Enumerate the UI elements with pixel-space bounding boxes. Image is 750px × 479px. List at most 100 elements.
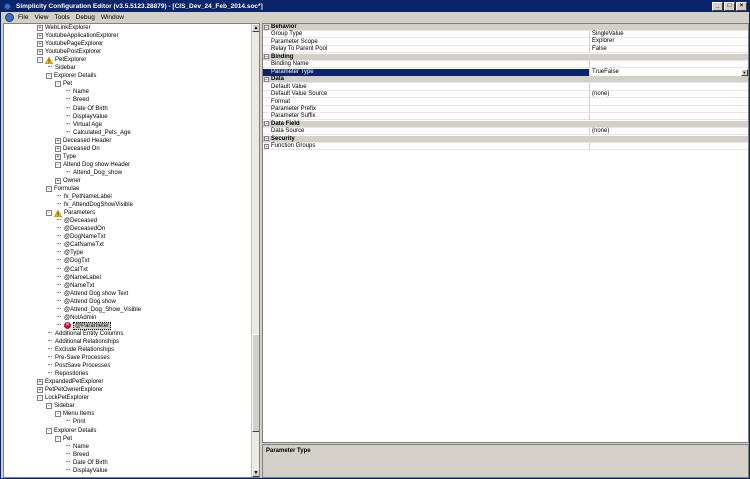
property-row[interactable]: Relay To Parent Pool False [263, 45, 748, 54]
tree-item[interactable]: + YoutubePostExplorer [37, 48, 101, 56]
property-category[interactable]: − Data Field [263, 120, 748, 128]
tree-item[interactable]: - LockPetExplorer [37, 394, 89, 402]
scroll-down-arrow-icon[interactable]: ▼ [252, 469, 259, 477]
tree-item[interactable]: Print [64, 418, 85, 426]
tree-item[interactable]: + WebLinkExplorer [37, 24, 91, 32]
tree-item[interactable]: - Explorer Details [46, 72, 96, 80]
collapse-icon[interactable]: - [46, 73, 52, 80]
property-category[interactable]: − Data [263, 76, 748, 84]
tree-item[interactable]: - PetExplorer [37, 56, 86, 64]
property-value[interactable]: (none) [589, 127, 748, 135]
menu-tools[interactable]: Tools [54, 14, 69, 21]
tree-item[interactable]: - Menu Items [55, 410, 94, 418]
menu-file[interactable]: File [18, 14, 28, 21]
title-bar[interactable]: Simplicity Configuration Editor (v3.5.51… [1, 1, 749, 12]
collapse-icon[interactable]: - [55, 411, 61, 418]
expand-icon[interactable]: + [37, 41, 43, 48]
property-row[interactable]: Default Value [263, 83, 748, 91]
tree-item[interactable]: Virtual Age [64, 121, 102, 129]
expand-icon[interactable]: + [55, 177, 61, 184]
property-row[interactable]: + Function Groups [263, 142, 748, 151]
scroll-up-arrow-icon[interactable]: ▲ [252, 24, 259, 32]
tree-item[interactable]: Attend_Dog_show [64, 169, 122, 177]
tree-item[interactable]: + ExpandedPetExplorer [37, 378, 103, 386]
dropdown-arrow-icon[interactable]: ▼ [741, 68, 748, 76]
collapse-icon[interactable]: − [264, 24, 269, 30]
property-category[interactable]: − Security [263, 135, 748, 143]
document-icon[interactable] [5, 12, 14, 22]
collapse-icon[interactable]: - [46, 427, 52, 434]
expand-icon[interactable]: + [55, 145, 61, 152]
tree-item[interactable]: ✕ @Parameter [55, 321, 112, 330]
collapse-icon[interactable]: - [55, 81, 61, 88]
collapse-icon[interactable]: - [55, 435, 61, 442]
expand-icon[interactable]: + [37, 33, 43, 40]
tree-item[interactable]: Additional Relationships [46, 338, 119, 346]
menu-debug[interactable]: Debug [76, 14, 95, 21]
property-value[interactable] [589, 112, 748, 120]
collapse-icon[interactable]: − [264, 76, 269, 82]
expand-icon[interactable]: + [37, 379, 43, 386]
property-value[interactable]: Explorer [589, 38, 748, 46]
tree-scrollbar[interactable]: ▲ ▼ [251, 24, 259, 477]
property-row[interactable]: Data Source (none) [263, 127, 748, 136]
expand-icon[interactable]: + [37, 25, 43, 31]
tree-item[interactable]: fx_PetNameLabel [55, 193, 112, 201]
tree-item[interactable]: Breed [64, 451, 89, 459]
tree-item[interactable]: fx_AttendDogShowVisible [55, 201, 133, 209]
expand-icon[interactable]: + [37, 387, 43, 394]
tree-item[interactable]: Name [64, 88, 89, 96]
tree-item[interactable]: @NameLabel [55, 274, 101, 282]
tree-item[interactable]: @CatNameTxt [55, 241, 104, 249]
property-value[interactable] [589, 105, 748, 113]
tree-item[interactable]: Sidebar [46, 64, 76, 72]
tree-item[interactable]: + YoutubeApplicationExplorer [37, 32, 119, 40]
property-value[interactable]: SingleValue [589, 30, 748, 38]
property-row[interactable]: Parameter Type TrueFalse ▼ [263, 68, 748, 76]
property-category[interactable]: − Binding [263, 53, 748, 61]
tree-item[interactable]: + Owner [55, 177, 81, 185]
tree-item[interactable]: DisplayValue [64, 467, 108, 475]
tree-item[interactable]: - Sidebar [46, 402, 75, 410]
tree-item[interactable]: Date Of Birth [64, 105, 108, 113]
tree-item[interactable]: - Pet [55, 435, 72, 443]
tree-item[interactable]: Repositories [46, 370, 88, 378]
tree-item[interactable]: @DeceasedOn [55, 225, 105, 233]
property-row[interactable]: Parameter Prefix [263, 105, 748, 113]
tree-item[interactable]: - Attend Dog show Header [55, 161, 130, 169]
tree-item[interactable]: @NameTxt [55, 282, 94, 290]
tree-item[interactable]: @DogTxt [55, 257, 89, 265]
expand-icon[interactable]: + [264, 143, 269, 149]
tree-item[interactable]: @Type [55, 249, 83, 257]
menu-view[interactable]: View [34, 14, 48, 21]
tree-item[interactable]: @Attend_Dog_Show_Visible [55, 306, 141, 314]
property-row[interactable]: Group Type SingleValue [263, 30, 748, 39]
tree-item[interactable]: - Formulae [46, 185, 79, 193]
collapse-icon[interactable]: - [55, 161, 61, 168]
tree-item[interactable]: Exclude Relationships [46, 346, 114, 354]
property-row[interactable]: Format [263, 98, 748, 106]
collapse-icon[interactable]: - [37, 395, 43, 402]
tree-item[interactable]: + Deceased Header [55, 137, 111, 145]
tree-item[interactable]: PostSave Processes [46, 362, 110, 370]
tree-item[interactable]: - Pet [55, 80, 72, 88]
collapse-icon[interactable]: - [46, 186, 52, 192]
property-category[interactable]: − Behavior [263, 24, 748, 31]
property-row[interactable]: Default Value Source (none) [263, 90, 748, 99]
collapse-icon[interactable]: − [264, 54, 269, 60]
property-value[interactable]: (none) [589, 90, 748, 98]
close-button[interactable]: × [736, 2, 747, 11]
tree-item[interactable]: Date Of Birth [64, 459, 108, 467]
tree-item[interactable]: + Type [55, 153, 76, 161]
tree-item[interactable]: @Attend Dog show Text [55, 290, 128, 298]
tree-item[interactable]: DisplayValue [64, 113, 108, 121]
tree-item[interactable]: Pre-Save Processes [46, 354, 110, 362]
tree-item[interactable]: @NotAdmin [55, 314, 96, 322]
property-value[interactable] [589, 98, 748, 105]
tree-item[interactable]: Additional Entity Columns [46, 330, 123, 338]
property-value[interactable] [589, 142, 748, 150]
collapse-icon[interactable]: - [46, 403, 52, 410]
collapse-icon[interactable]: − [264, 121, 269, 127]
property-row[interactable]: Parameter Suffix [263, 112, 748, 121]
expand-icon[interactable]: + [55, 153, 61, 160]
